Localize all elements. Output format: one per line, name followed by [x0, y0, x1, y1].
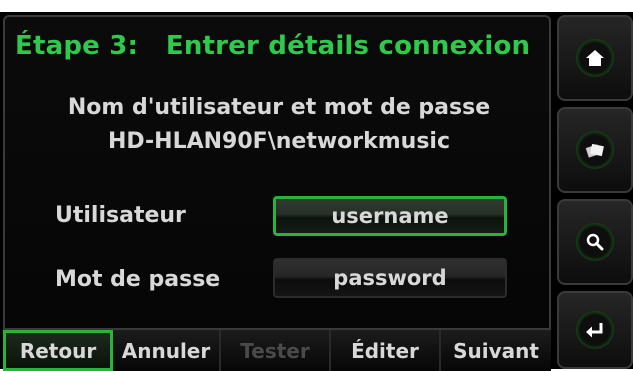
setup-dialog: Étape 3: Entrer détails connexion Nom d'…	[3, 15, 551, 365]
media-library-button[interactable]	[557, 107, 633, 193]
enter-button-ring	[576, 311, 614, 349]
password-label: Mot de passe	[55, 267, 221, 292]
search-button[interactable]	[557, 199, 633, 285]
back-button[interactable]: Retour	[3, 330, 113, 371]
password-field[interactable]: password	[273, 258, 507, 298]
search-button-ring	[576, 223, 614, 261]
home-button-ring	[576, 39, 614, 77]
username-value: username	[331, 204, 449, 228]
device-screen: Étape 3: Entrer détails connexion Nom d'…	[0, 12, 633, 371]
home-icon	[586, 50, 604, 66]
bottom-button-bar: Retour Annuler Tester Éditer Suivant	[3, 328, 551, 371]
enter-return-icon	[586, 323, 603, 338]
media-library-icon	[585, 143, 604, 158]
username-field[interactable]: username	[273, 196, 507, 236]
enter-button[interactable]	[557, 291, 633, 369]
search-icon	[586, 233, 604, 251]
home-button[interactable]	[557, 15, 633, 101]
instruction-text: Nom d'utilisateur et mot de passe	[67, 95, 491, 120]
cancel-button[interactable]: Annuler	[113, 330, 221, 371]
next-button[interactable]: Suivant	[441, 330, 551, 371]
media-library-button-ring	[576, 131, 614, 169]
password-value: password	[333, 266, 447, 290]
username-label: Utilisateur	[55, 203, 186, 228]
edit-button[interactable]: Éditer	[331, 330, 441, 371]
step-title: Étape 3: Entrer détails connexion	[15, 31, 531, 61]
test-button[interactable]: Tester	[221, 330, 331, 371]
network-share-path: HD-HLAN90F\networkmusic	[107, 129, 451, 154]
